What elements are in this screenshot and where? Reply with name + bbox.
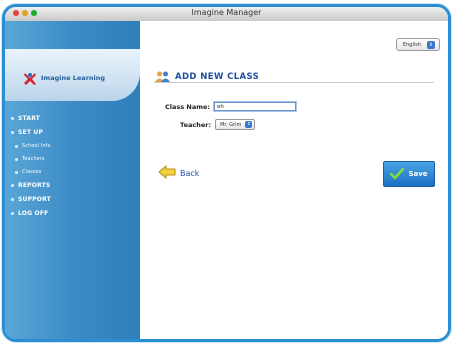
- users-icon: [155, 67, 170, 86]
- sidebar-item-reports[interactable]: REPORTS: [5, 180, 140, 191]
- language-select[interactable]: English ⇕: [395, 38, 440, 51]
- sidebar-item-label: LOG OFF: [18, 210, 49, 217]
- back-label: Back: [180, 169, 200, 178]
- bullet-icon: [15, 144, 18, 148]
- language-select-value: English: [402, 41, 421, 48]
- teacher-select-value: Mr. Grim: [220, 121, 242, 128]
- bullet-icon: [11, 184, 14, 187]
- sidebar-item-label: School Info: [22, 143, 51, 149]
- brand-logo: Imagine Learning: [23, 71, 105, 85]
- sidebar-item-label: START: [18, 115, 41, 122]
- bullet-icon: [15, 170, 18, 174]
- class-name-input[interactable]: eh: [214, 102, 296, 111]
- sidebar-item-school-info[interactable]: School Info: [5, 141, 140, 151]
- bullet-icon: [11, 131, 14, 134]
- logo-panel: Imagine Learning: [5, 49, 140, 101]
- title-bar: Imagine Manager: [5, 7, 448, 22]
- select-arrows-icon: ⇕: [245, 121, 253, 128]
- sidebar-item-label: SET UP: [18, 129, 44, 136]
- sidebar-item-set-up[interactable]: SET UP: [5, 127, 140, 138]
- bullet-icon: [15, 157, 18, 161]
- sidebar-item-label: REPORTS: [18, 182, 51, 189]
- brand-logo-icon: [23, 71, 37, 85]
- sidebar-nav: START SET UP School Info Teachers Classes REP…: [5, 113, 140, 219]
- teacher-select[interactable]: Mr. Grim ⇕: [215, 119, 256, 130]
- sidebar-item-teachers[interactable]: Teachers: [5, 154, 140, 164]
- sidebar-item-label: SUPPORT: [18, 196, 51, 203]
- sidebar-item-support[interactable]: SUPPORT: [5, 194, 140, 205]
- app-window: Imagine Manager Imagine Learning START SE…: [2, 4, 451, 342]
- teacher-label: Teacher:: [180, 120, 212, 129]
- window-title: Imagine Manager: [191, 8, 262, 17]
- class-name-row: Class Name: eh: [165, 102, 296, 111]
- sidebar-item-label: Classes: [22, 169, 42, 175]
- select-arrows-icon: ⇕: [427, 40, 435, 49]
- bullet-icon: [11, 212, 14, 215]
- sidebar-item-classes[interactable]: Classes: [5, 167, 140, 177]
- save-label: Save: [408, 170, 428, 178]
- bullet-icon: [11, 198, 14, 201]
- checkmark-icon: [390, 165, 405, 184]
- teacher-row: Teacher: Mr. Grim ⇕: [180, 119, 256, 130]
- back-arrow-icon: [158, 164, 176, 183]
- back-button[interactable]: Back: [158, 164, 199, 183]
- sidebar-item-start[interactable]: START: [5, 113, 140, 124]
- class-name-label: Class Name:: [165, 102, 210, 111]
- save-button[interactable]: Save: [383, 161, 435, 187]
- sidebar-item-log-off[interactable]: LOG OFF: [5, 208, 140, 219]
- main-content: English ⇕ ADD NEW CLASS Class Name: eh T…: [140, 21, 448, 339]
- brand-name: Imagine Learning: [41, 74, 106, 82]
- sidebar: Imagine Learning START SET UP School Info T…: [5, 21, 140, 339]
- page-header: ADD NEW CLASS: [155, 67, 259, 86]
- sidebar-item-label: Teachers: [22, 156, 45, 162]
- bullet-icon: [11, 117, 14, 120]
- heading-divider: [154, 82, 434, 83]
- page-title: ADD NEW CLASS: [175, 71, 260, 82]
